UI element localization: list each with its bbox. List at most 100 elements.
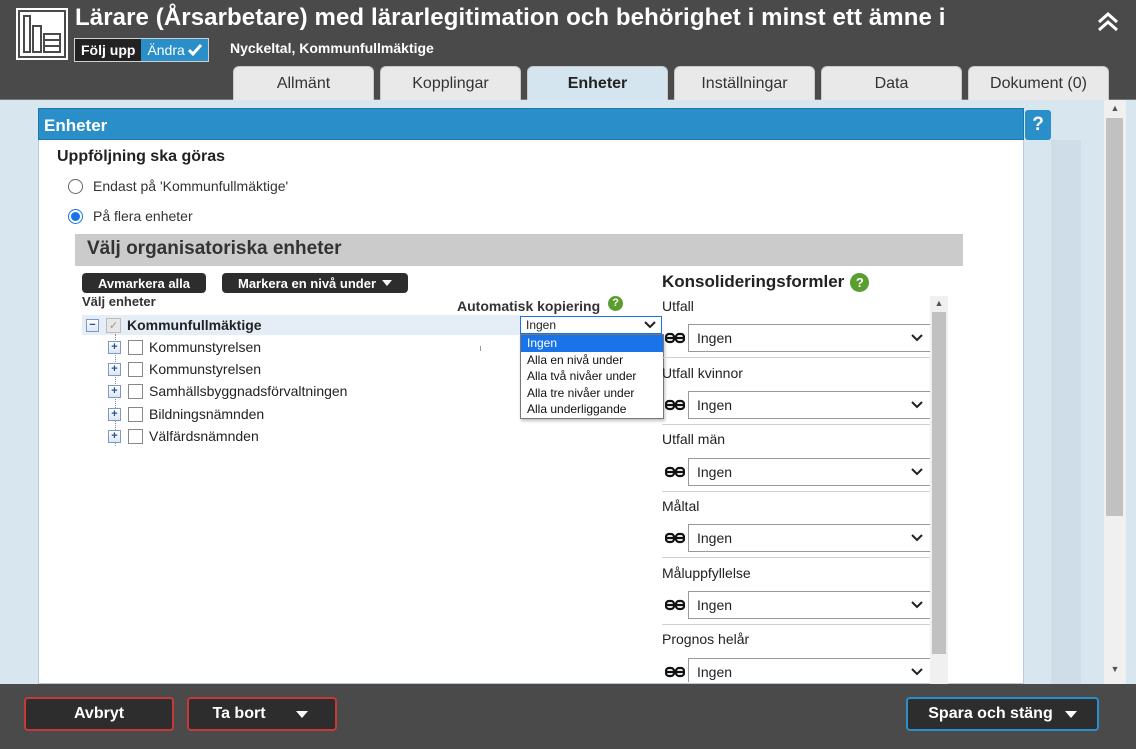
tree-node-label[interactable]: Välfärdsnämnden <box>149 428 259 444</box>
save-and-close-button[interactable]: Spara och stäng <box>906 697 1099 731</box>
cancel-button[interactable]: Avbryt <box>24 697 174 731</box>
consolidation-value: Ingen <box>697 464 733 480</box>
radio-button-checked[interactable] <box>68 208 83 224</box>
dropdown-option[interactable]: Ingen <box>521 335 663 352</box>
divider <box>662 557 930 558</box>
caret-down-icon <box>1064 710 1077 718</box>
edit-label: Ändra <box>147 41 185 58</box>
tree-node-child: + Bildningsnämnden <box>108 404 264 424</box>
consolidation-value: Ingen <box>697 330 733 346</box>
expand-icon[interactable]: + <box>108 362 121 376</box>
caret-down-icon <box>382 280 392 286</box>
consolidation-title: Konsolideringsformler ? <box>662 272 870 292</box>
mode-toggle: Följ upp Ändra <box>74 38 209 62</box>
consolidation-select[interactable]: Ingen <box>688 658 932 682</box>
consolidation-label: Utfall män <box>662 431 726 447</box>
caret-down-icon <box>295 710 308 718</box>
help-icon[interactable]: ? <box>608 295 624 311</box>
tree-node-child: + Kommunstyrelsen <box>108 359 261 379</box>
follow-up-button[interactable]: Följ upp <box>75 39 142 61</box>
tree-node-label[interactable]: Bildningsnämnden <box>149 406 264 422</box>
checkbox-disabled: ✓ <box>106 317 121 333</box>
consolidation-label: Måluppfyllelse <box>662 565 751 581</box>
tab-enheter[interactable]: Enheter <box>527 66 668 100</box>
expand-icon[interactable]: + <box>108 407 121 421</box>
auto-copy-select[interactable]: Ingen <box>520 316 662 334</box>
consolidation-select[interactable]: Ingen <box>688 524 932 552</box>
consolidation-select[interactable]: Ingen <box>688 458 932 486</box>
tree-node-label[interactable]: Kommunstyrelsen <box>149 361 261 377</box>
consolidation-label: Utfall <box>662 298 694 314</box>
radio-button[interactable] <box>68 178 83 194</box>
subtitle: Nyckeltal, Kommunfullmäktige <box>230 40 434 56</box>
dropdown-option[interactable]: Alla en nivå under <box>521 352 663 369</box>
tree-node-root: − ✓ Kommunfullmäktige <box>86 315 262 335</box>
panel-title: Enheter <box>38 108 1024 140</box>
auto-copy-header: Automatisk kopiering ? <box>457 295 624 314</box>
link-icon <box>665 466 685 478</box>
chevron-down-icon <box>911 468 923 476</box>
tree-node-label[interactable]: Samhällsbyggnadsförvaltningen <box>149 383 347 399</box>
help-button[interactable]: ? <box>1025 110 1051 140</box>
checkbox[interactable] <box>128 428 143 444</box>
scroll-up-arrow-icon[interactable]: ▲ <box>930 298 948 308</box>
deselect-all-button[interactable]: Avmarkera alla <box>82 273 206 293</box>
link-icon <box>665 666 685 678</box>
consolidation-select[interactable]: Ingen <box>688 591 932 619</box>
expand-icon[interactable]: + <box>108 384 121 398</box>
delete-label: Ta bort <box>212 705 266 722</box>
tab-bar: Allmänt Kopplingar Enheter Inställningar… <box>233 66 1115 100</box>
tab-installningar[interactable]: Inställningar <box>674 66 815 100</box>
link-icon <box>665 399 685 411</box>
mark-level-below-label: Markera en nivå under <box>238 275 376 291</box>
radio-label: På flera enheter <box>93 208 193 224</box>
tab-allmant[interactable]: Allmänt <box>233 66 374 100</box>
expand-icon[interactable]: + <box>108 340 121 354</box>
consolidation-list: Utfall Ingen Utfall kvinnor Ingen Utfall… <box>662 296 952 682</box>
mark-level-below-button[interactable]: Markera en nivå under <box>222 273 408 293</box>
tab-kopplingar[interactable]: Kopplingar <box>380 66 521 100</box>
checkbox[interactable] <box>128 383 143 399</box>
consolidation-select[interactable]: Ingen <box>688 324 932 352</box>
delete-button[interactable]: Ta bort <box>187 697 337 731</box>
cancel-label: Avbryt <box>73 705 125 722</box>
section-title: Uppföljning ska göras <box>57 148 226 165</box>
scroll-down-arrow-icon[interactable]: ▼ <box>1106 664 1124 674</box>
dropdown-option[interactable]: Alla tre nivåer under <box>521 385 663 402</box>
select-units-label: Välj enheter <box>82 294 156 309</box>
chevron-down-icon <box>644 321 656 329</box>
divider <box>662 491 930 492</box>
tree-node-child: + Kommunstyrelsen <box>108 337 261 357</box>
page-title: Lärare (Årsarbetare) med lärarlegitimati… <box>75 4 946 31</box>
inner-scrollbar-thumb[interactable] <box>932 312 946 654</box>
expand-icon[interactable]: + <box>108 429 121 443</box>
checkbox[interactable] <box>128 361 143 377</box>
radio-only-root[interactable]: Endast på 'Kommunfullmäktige' <box>68 178 288 194</box>
checkmark-icon <box>187 44 202 56</box>
auto-copy-label: Automatisk kopiering <box>457 298 601 314</box>
org-units-header: Välj organisatoriska enheter <box>75 234 963 266</box>
tab-data[interactable]: Data <box>821 66 962 100</box>
main-scrollbar-thumb[interactable] <box>1106 118 1123 516</box>
collapse-icon[interactable]: − <box>86 318 99 332</box>
collapse-up-icon[interactable] <box>1094 8 1122 36</box>
tree-node-label[interactable]: Kommunfullmäktige <box>127 317 262 333</box>
help-icon[interactable]: ? <box>850 272 870 292</box>
consolidation-select[interactable]: Ingen <box>688 391 932 419</box>
checkbox[interactable] <box>128 339 143 355</box>
dropdown-option[interactable]: Alla underliggande <box>521 401 663 418</box>
app-logo <box>16 8 68 60</box>
divider <box>662 624 930 625</box>
tree-node-label[interactable]: Kommunstyrelsen <box>149 339 261 355</box>
tree-node-child: + Samhällsbyggnadsförvaltningen <box>108 381 347 401</box>
tab-dokument[interactable]: Dokument (0) <box>968 66 1109 100</box>
scroll-up-arrow-icon[interactable]: ▲ <box>1106 103 1124 113</box>
radio-multiple-units[interactable]: På flera enheter <box>68 208 193 224</box>
checkbox[interactable] <box>128 406 143 422</box>
consolidation-value: Ingen <box>697 597 733 613</box>
consolidation-label: Prognos helår <box>662 631 750 647</box>
edit-button[interactable]: Ändra <box>141 39 208 61</box>
chevron-down-icon <box>911 668 923 676</box>
dropdown-option[interactable]: Alla två nivåer under <box>521 368 663 385</box>
consolidation-value: Ingen <box>697 664 733 680</box>
